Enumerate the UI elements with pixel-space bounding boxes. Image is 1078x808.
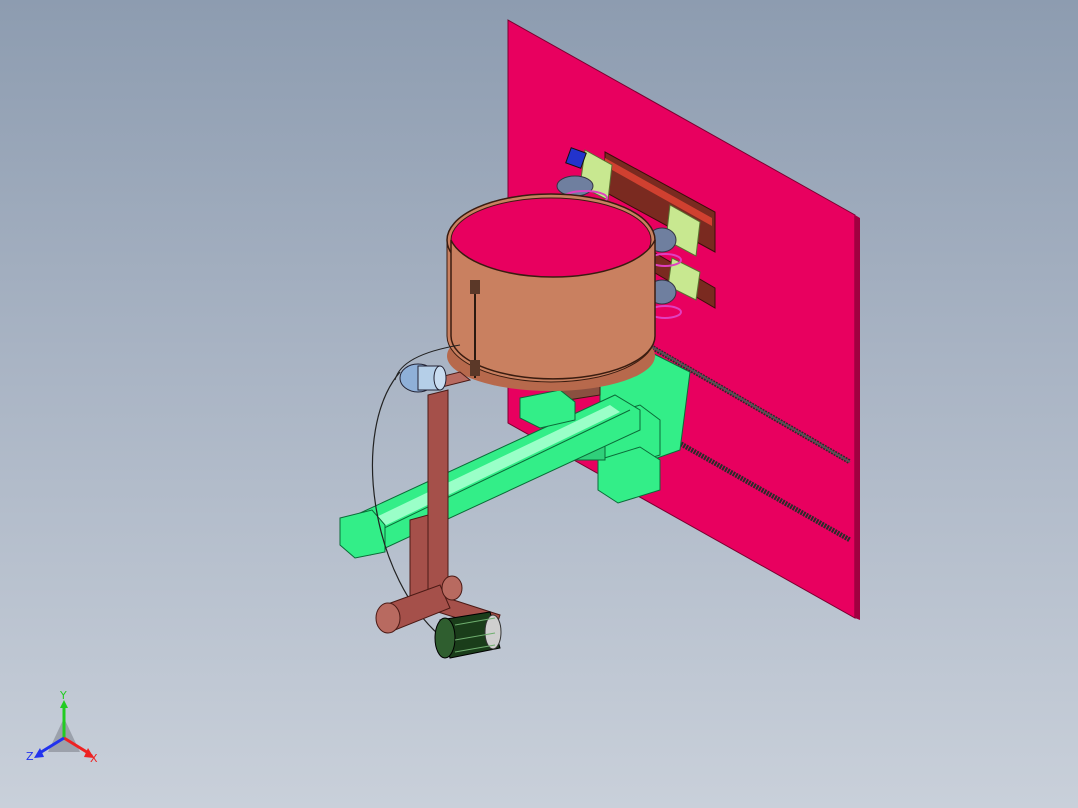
x-axis-label: X (90, 752, 98, 765)
coordinate-triad-icon: Y Z X (26, 690, 98, 765)
roller-brush[interactable] (434, 611, 502, 659)
z-axis-label: Z (26, 750, 34, 763)
y-axis-label: Y (59, 690, 67, 702)
assembly-model[interactable] (0, 0, 1078, 808)
drum-shroud[interactable] (446, 193, 656, 391)
spindle-motor[interactable] (399, 363, 447, 393)
cad-viewport[interactable]: Y Z X (0, 0, 1078, 808)
horizontal-arm[interactable] (339, 389, 641, 559)
